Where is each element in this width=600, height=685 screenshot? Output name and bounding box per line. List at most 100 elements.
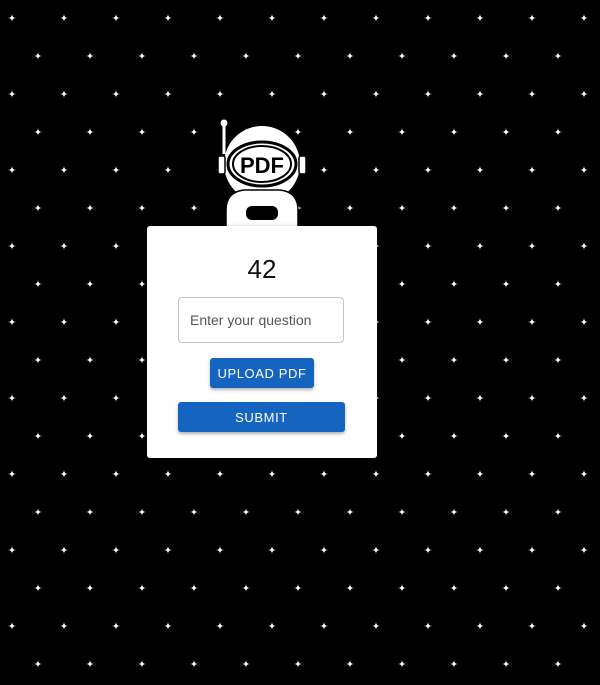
- star-icon: [7, 469, 17, 479]
- star-icon: [345, 203, 355, 213]
- star-icon: [553, 127, 563, 137]
- star-icon: [33, 583, 43, 593]
- star-icon: [397, 127, 407, 137]
- star-icon: [371, 89, 381, 99]
- star-icon: [85, 431, 95, 441]
- star-icon: [449, 431, 459, 441]
- star-icon: [267, 545, 277, 555]
- star-icon: [85, 127, 95, 137]
- star-icon: [345, 127, 355, 137]
- star-icon: [423, 13, 433, 23]
- star-icon: [449, 659, 459, 669]
- star-icon: [163, 165, 173, 175]
- upload-pdf-button[interactable]: UPLOAD PDF: [210, 358, 314, 388]
- star-icon: [163, 545, 173, 555]
- star-icon: [475, 89, 485, 99]
- star-icon: [7, 621, 17, 631]
- star-icon: [397, 279, 407, 289]
- star-icon: [111, 165, 121, 175]
- star-icon: [33, 279, 43, 289]
- star-icon: [423, 165, 433, 175]
- star-icon: [59, 13, 69, 23]
- star-icon: [449, 127, 459, 137]
- star-icon: [345, 51, 355, 61]
- star-icon: [7, 89, 17, 99]
- submit-button[interactable]: SUBMIT: [178, 402, 345, 432]
- star-icon: [423, 545, 433, 555]
- star-icon: [397, 659, 407, 669]
- star-icon: [423, 317, 433, 327]
- star-icon: [527, 165, 537, 175]
- star-icon: [137, 507, 147, 517]
- star-icon: [319, 469, 329, 479]
- star-icon: [111, 469, 121, 479]
- star-icon: [33, 507, 43, 517]
- star-icon: [553, 203, 563, 213]
- star-icon: [137, 127, 147, 137]
- star-icon: [137, 431, 147, 441]
- star-icon: [111, 621, 121, 631]
- star-icon: [241, 507, 251, 517]
- star-icon: [449, 279, 459, 289]
- star-icon: [579, 89, 589, 99]
- star-icon: [501, 659, 511, 669]
- star-icon: [111, 241, 121, 251]
- star-icon: [189, 203, 199, 213]
- star-icon: [397, 507, 407, 517]
- star-icon: [475, 165, 485, 175]
- star-icon: [215, 89, 225, 99]
- star-icon: [371, 13, 381, 23]
- star-icon: [553, 279, 563, 289]
- star-icon: [59, 165, 69, 175]
- star-icon: [579, 165, 589, 175]
- star-icon: [137, 659, 147, 669]
- star-icon: [137, 355, 147, 365]
- star-icon: [33, 659, 43, 669]
- star-icon: [475, 317, 485, 327]
- star-icon: [371, 621, 381, 631]
- star-icon: [553, 659, 563, 669]
- star-icon: [189, 507, 199, 517]
- star-icon: [423, 241, 433, 251]
- star-icon: [579, 621, 589, 631]
- star-icon: [293, 51, 303, 61]
- star-icon: [553, 507, 563, 517]
- star-icon: [579, 241, 589, 251]
- star-icon: [7, 545, 17, 555]
- star-icon: [163, 621, 173, 631]
- star-icon: [449, 355, 459, 365]
- star-icon: [553, 583, 563, 593]
- star-icon: [33, 127, 43, 137]
- star-icon: [449, 51, 459, 61]
- star-icon: [163, 469, 173, 479]
- star-icon: [579, 469, 589, 479]
- star-icon: [293, 583, 303, 593]
- star-icon: [59, 545, 69, 555]
- star-icon: [319, 89, 329, 99]
- star-icon: [7, 241, 17, 251]
- star-icon: [475, 393, 485, 403]
- star-icon: [7, 317, 17, 327]
- star-icon: [501, 203, 511, 213]
- star-icon: [7, 13, 17, 23]
- star-icon: [475, 621, 485, 631]
- star-icon: [423, 393, 433, 403]
- question-input[interactable]: [178, 297, 344, 343]
- star-icon: [501, 51, 511, 61]
- star-icon: [527, 469, 537, 479]
- star-icon: [423, 89, 433, 99]
- star-icon: [33, 51, 43, 61]
- star-icon: [449, 583, 459, 593]
- star-icon: [85, 355, 95, 365]
- star-icon: [267, 621, 277, 631]
- star-icon: [189, 583, 199, 593]
- star-icon: [267, 469, 277, 479]
- star-icon: [7, 165, 17, 175]
- star-icon: [59, 89, 69, 99]
- star-icon: [579, 13, 589, 23]
- star-icon: [579, 545, 589, 555]
- star-icon: [553, 51, 563, 61]
- star-icon: [579, 393, 589, 403]
- star-icon: [319, 13, 329, 23]
- star-icon: [527, 89, 537, 99]
